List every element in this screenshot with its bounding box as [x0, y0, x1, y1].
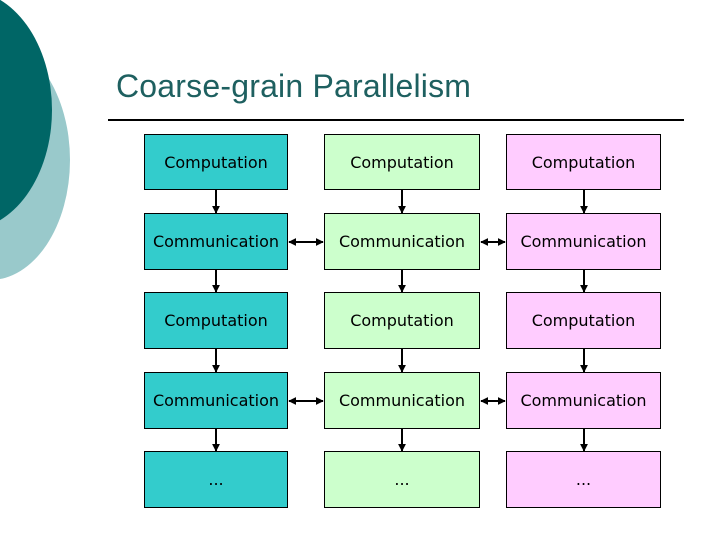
- connector-arrows: [212, 190, 588, 452]
